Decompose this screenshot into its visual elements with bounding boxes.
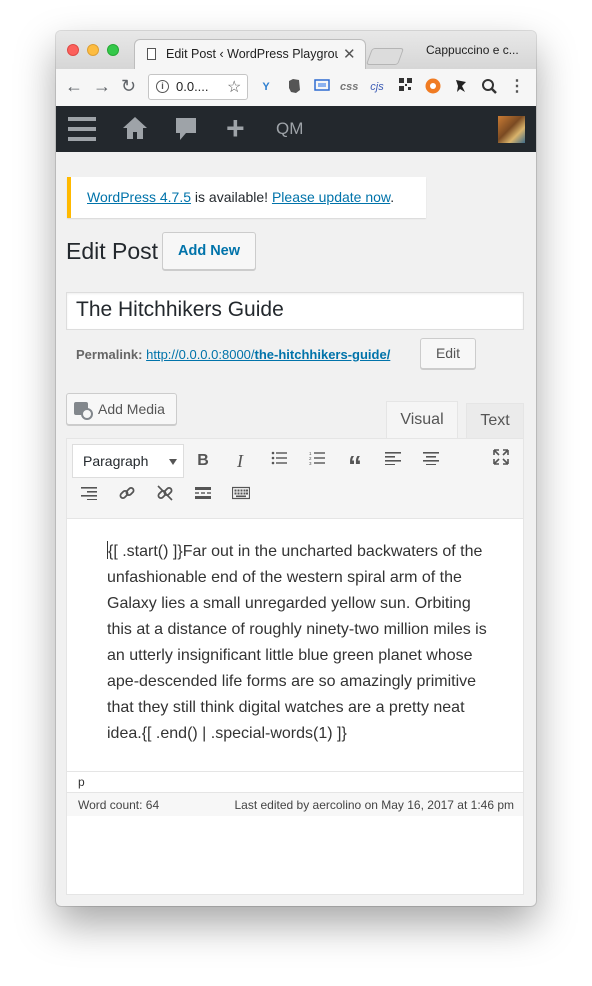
qr-code-icon[interactable] — [396, 78, 414, 96]
search-magnifier-icon[interactable] — [480, 78, 498, 96]
fullscreen-icon[interactable] — [489, 449, 513, 473]
tab-text[interactable]: Text — [466, 403, 524, 438]
more-menu-icon[interactable]: ⋮ — [508, 78, 526, 96]
info-icon[interactable]: i — [156, 80, 169, 93]
home-icon[interactable] — [122, 116, 148, 145]
post-editor: Paragraph B I 123 “ {[.start()]}Far ou… — [66, 438, 524, 895]
editor-content[interactable]: {[ .start() ]}Far out in the uncharted b… — [107, 539, 487, 747]
page-title: Edit Post — [66, 238, 159, 264]
notice-period: . — [390, 189, 395, 205]
close-window-button[interactable] — [67, 44, 79, 56]
blockquote-icon[interactable]: “ — [343, 449, 367, 481]
post-title-input[interactable]: The Hitchhikers Guide — [66, 292, 524, 330]
ninja-icon[interactable] — [452, 78, 470, 96]
cjs-icon[interactable]: cjs — [368, 78, 386, 96]
wordpress-version-link[interactable]: WordPress 4.7.5 — [87, 189, 191, 205]
italic-icon[interactable]: I — [228, 449, 252, 473]
url-text: 0.0.... — [176, 79, 209, 94]
address-bar[interactable]: i 0.0.... ☆ — [148, 74, 248, 100]
new-tab-button[interactable] — [365, 48, 405, 65]
align-left-icon[interactable] — [381, 449, 405, 473]
browser-window: Edit Post ‹ WordPress Playground ✕ Cappu… — [56, 31, 536, 906]
css-icon[interactable]: css — [340, 78, 358, 96]
numbered-list-icon[interactable]: 123 — [305, 449, 329, 473]
align-center-icon[interactable] — [419, 449, 443, 473]
browser-tab-edit-post[interactable]: Edit Post ‹ WordPress Playground ✕ — [134, 39, 366, 69]
read-more-icon[interactable] — [191, 484, 215, 508]
permalink-edit-button[interactable]: Edit — [420, 338, 476, 369]
bulleted-list-icon[interactable] — [267, 449, 291, 473]
notice-text: is available! — [191, 189, 272, 205]
permalink-link[interactable]: http://0.0.0.0:8000/the-hitchhikers-guid… — [146, 347, 390, 362]
permalink-slug: the-hitchhikers-guide/ — [254, 347, 391, 362]
format-select[interactable]: Paragraph — [72, 444, 184, 478]
forward-arrow-icon[interactable]: → — [93, 76, 111, 97]
media-icon — [74, 402, 93, 420]
profile-name[interactable]: Cappuccino e c... — [426, 43, 519, 57]
editor-status-bar: Word count: 64 Last edited by aercolino … — [67, 792, 523, 816]
editor-paragraph: {[ .start() ]}Far out in the uncharted b… — [107, 543, 487, 742]
comment-icon[interactable] — [174, 116, 198, 147]
maximize-window-button[interactable] — [107, 44, 119, 56]
element-path: p — [67, 771, 523, 792]
wp-admin-bar: + QM — [56, 106, 536, 152]
bold-icon[interactable]: B — [191, 449, 215, 473]
permalink-base: http://0.0.0.0:8000/ — [146, 347, 255, 362]
update-now-link[interactable]: Please update now — [272, 189, 390, 205]
tab-strip: Edit Post ‹ WordPress Playground ✕ Cappu… — [56, 31, 536, 69]
update-notice: WordPress 4.7.5 is available! Please upd… — [67, 177, 426, 218]
svg-text:3: 3 — [309, 461, 312, 465]
add-new-button[interactable]: Add New — [162, 232, 256, 270]
minimize-window-button[interactable] — [87, 44, 99, 56]
keyboard-toolbar-toggle-icon[interactable] — [229, 484, 253, 508]
query-monitor-link[interactable]: QM — [276, 119, 303, 139]
lastpass-icon[interactable] — [424, 78, 442, 96]
evernote-icon[interactable] — [285, 78, 303, 96]
last-edited: Last edited by aercolino on May 16, 2017… — [234, 798, 514, 812]
format-select-value: Paragraph — [83, 453, 149, 469]
add-media-button[interactable]: Add Media — [66, 393, 177, 425]
reload-icon[interactable]: ↻ — [121, 76, 136, 97]
chevron-down-icon — [169, 459, 177, 465]
path-element-p[interactable]: p — [78, 775, 85, 789]
new-content-plus-icon[interactable]: + — [226, 112, 245, 144]
permalink-row: Permalink: http://0.0.0.0:8000/the-hitch… — [76, 347, 390, 362]
document-icon — [147, 48, 156, 60]
browser-tab-title: Edit Post ‹ WordPress Playground — [166, 47, 338, 61]
avatar[interactable] — [498, 116, 525, 143]
add-media-label: Add Media — [98, 401, 165, 417]
align-right-icon[interactable] — [77, 484, 101, 508]
vue-devtools-icon[interactable]: Y — [257, 78, 275, 96]
browser-toolbar: ← → ↻ i 0.0.... ☆ Y css cjs ⋮ — [56, 69, 536, 107]
bookmark-star-icon[interactable]: ☆ — [227, 77, 241, 97]
back-arrow-icon[interactable]: ← — [65, 76, 83, 97]
menu-toggle-icon[interactable] — [68, 117, 96, 147]
word-count: Word count: 64 — [78, 798, 160, 812]
tab-visual[interactable]: Visual — [386, 401, 458, 439]
close-icon[interactable]: ✕ — [343, 45, 356, 63]
screenshot-icon[interactable] — [313, 78, 331, 96]
insert-link-icon[interactable] — [115, 484, 139, 508]
permalink-label: Permalink: — [76, 347, 143, 362]
remove-link-icon[interactable] — [153, 484, 177, 508]
editor-toolbar: Paragraph B I 123 “ — [67, 439, 523, 519]
